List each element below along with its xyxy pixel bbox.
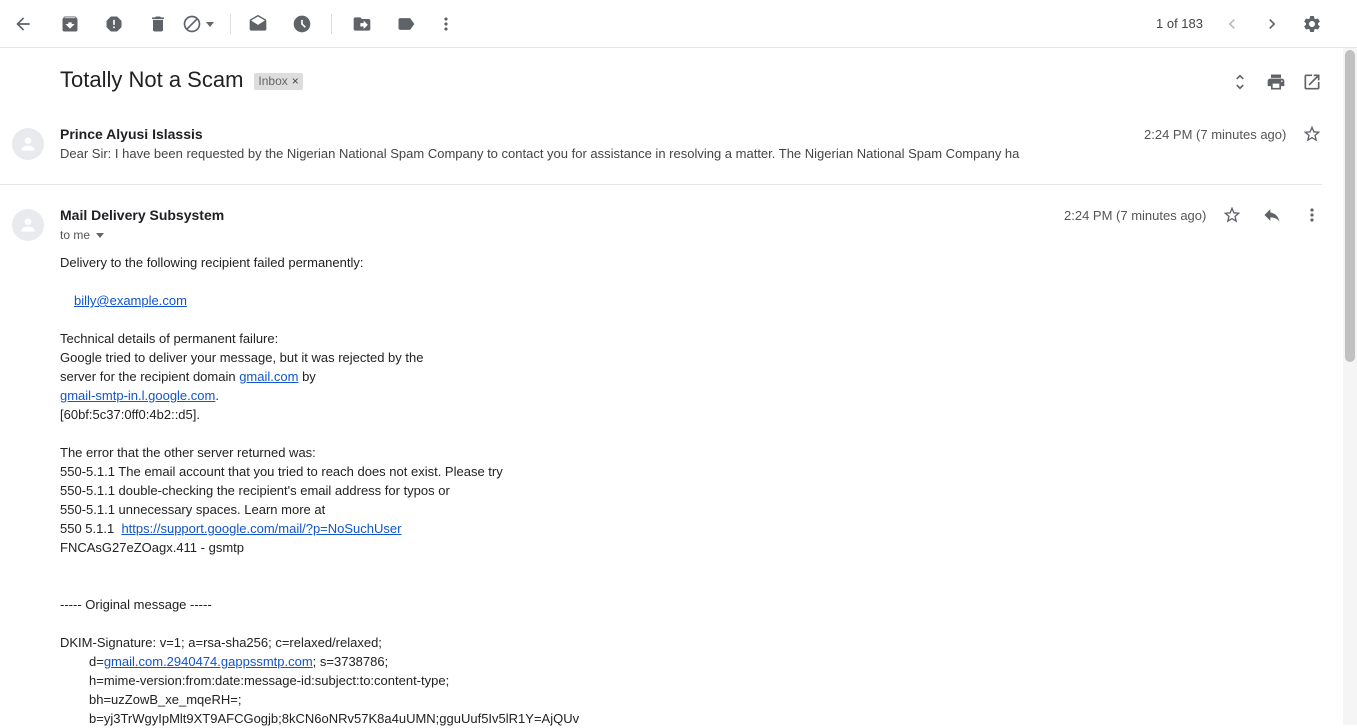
archive-icon	[62, 16, 78, 32]
star-button[interactable]	[1300, 122, 1324, 146]
label-chip-text: Inbox	[258, 74, 288, 88]
body-line: FNCAsG27eZOagx.411 - gsmtp	[60, 540, 244, 555]
expand-all-button[interactable]	[1228, 70, 1252, 94]
body-line: Google tried to deliver your message, bu…	[60, 350, 424, 365]
mark-unread-icon	[249, 14, 267, 31]
label-icon	[398, 18, 415, 30]
message-more-button[interactable]	[1300, 203, 1324, 227]
newer-button[interactable]	[1220, 12, 1244, 36]
body-text: server for the recipient domain	[60, 369, 240, 384]
thread-subject: Totally Not a Scam	[60, 67, 244, 92]
sender-name: Prince Alyusi Islassis	[60, 126, 203, 142]
chevron-left-icon	[1228, 19, 1235, 29]
star-button[interactable]	[1220, 203, 1244, 227]
body-line: DKIM-Signature: v=1; a=rsa-sha256; c=rel…	[60, 635, 382, 650]
chevron-right-icon	[1269, 19, 1276, 29]
body-line: 550-5.1.1 unnecessary spaces. Learn more…	[60, 502, 326, 517]
more-vert-icon	[1310, 208, 1314, 222]
body-line: Technical details of permanent failure:	[60, 331, 279, 346]
dkim-domain-link[interactable]: gmail.com.2940474.gappssmtp.com	[104, 654, 313, 669]
body-line: 550-5.1.1 double-checking the recipient'…	[60, 483, 450, 498]
toolbar-divider	[331, 14, 332, 34]
body-line: The error that the other server returned…	[60, 445, 316, 460]
print-button[interactable]	[1264, 70, 1288, 94]
report-spam-icon	[106, 16, 122, 32]
delete-icon	[152, 16, 164, 32]
more-button[interactable]	[434, 12, 458, 36]
smtp-server-link[interactable]: gmail-smtp-in.l.google.com	[60, 388, 215, 403]
labels-button[interactable]	[394, 12, 418, 36]
message-snippet: Dear Sir: I have been requested by the N…	[60, 146, 1020, 161]
body-line: 550-5.1.1 The email account that you tri…	[60, 464, 503, 479]
body-text: by	[298, 369, 316, 384]
print-icon	[1267, 74, 1285, 90]
unfold-icon	[1236, 74, 1244, 90]
settings-button[interactable]	[1300, 12, 1324, 36]
sender-name: Mail Delivery Subsystem	[60, 207, 225, 223]
body-text: 550 5.1.1	[60, 521, 122, 536]
back-button[interactable]	[11, 12, 35, 36]
star-icon	[1223, 206, 1241, 223]
back-icon	[16, 17, 30, 31]
mark-unread-button[interactable]	[246, 12, 270, 36]
toolbar: 1 of 183	[0, 0, 1357, 48]
star-icon	[1303, 125, 1321, 142]
gear-icon	[1304, 15, 1320, 32]
label-chip-inbox[interactable]: Inbox ×	[254, 73, 303, 90]
vertical-scrollbar[interactable]	[1343, 48, 1357, 725]
body-line: [60bf:5c37:0ff0:4b2::d5].	[60, 407, 200, 422]
chevron-down-icon	[206, 21, 214, 27]
snooze-button[interactable]	[290, 12, 314, 36]
body-line: bh=uzZowB_xe_mqeRH=;	[89, 692, 242, 707]
sender-avatar	[12, 209, 44, 241]
recipient-email-link[interactable]: billy@example.com	[74, 293, 187, 308]
pager-count: 1 of 183	[1156, 16, 1203, 31]
open-in-new-window-button[interactable]	[1300, 70, 1324, 94]
thread-header: Totally Not a Scam Inbox ×	[60, 67, 303, 93]
toolbar-divider	[230, 14, 231, 34]
recipient-summary: to me	[60, 228, 91, 242]
scrollbar-thumb[interactable]	[1345, 50, 1355, 362]
more-vert-icon	[444, 17, 448, 31]
message-body: Delivery to the following recipient fail…	[60, 253, 1260, 728]
recipient-details-toggle[interactable]: to me	[60, 228, 105, 242]
move-to-button[interactable]	[350, 12, 374, 36]
body-text: .	[215, 388, 219, 403]
block-icon	[183, 15, 201, 33]
report-spam-button[interactable]	[102, 12, 126, 36]
message-time: 2:24 PM (7 minutes ago)	[1144, 127, 1287, 142]
body-line: h=mime-version:from:date:message-id:subj…	[89, 673, 450, 688]
domain-link[interactable]: gmail.com	[239, 369, 298, 384]
support-link[interactable]: https://support.google.com/mail/?p=NoSuc…	[121, 521, 401, 536]
delete-button[interactable]	[146, 12, 170, 36]
sender-avatar	[12, 128, 44, 160]
reply-button[interactable]	[1260, 203, 1284, 227]
chevron-down-icon	[96, 232, 105, 238]
move-to-icon	[353, 17, 371, 31]
open-in-new-icon	[1304, 74, 1320, 90]
reply-icon	[1264, 209, 1280, 222]
block-button[interactable]	[178, 12, 218, 36]
remove-label-icon[interactable]: ×	[292, 74, 299, 88]
body-text: ; s=3738786;	[312, 654, 389, 669]
message-divider	[0, 184, 1322, 185]
archive-button[interactable]	[58, 12, 82, 36]
body-line: ----- Original message -----	[60, 597, 212, 612]
snooze-icon	[293, 15, 311, 33]
body-line: b=yj3TrWgyIpMlt9XT9AFCGogjb;8kCN6oNRv57K…	[89, 711, 580, 726]
message-time: 2:24 PM (7 minutes ago)	[1064, 208, 1207, 223]
body-line: Delivery to the following recipient fail…	[60, 255, 364, 270]
person-icon	[21, 218, 35, 232]
person-icon	[21, 137, 35, 151]
body-text: d=	[89, 654, 104, 669]
older-button[interactable]	[1260, 12, 1284, 36]
